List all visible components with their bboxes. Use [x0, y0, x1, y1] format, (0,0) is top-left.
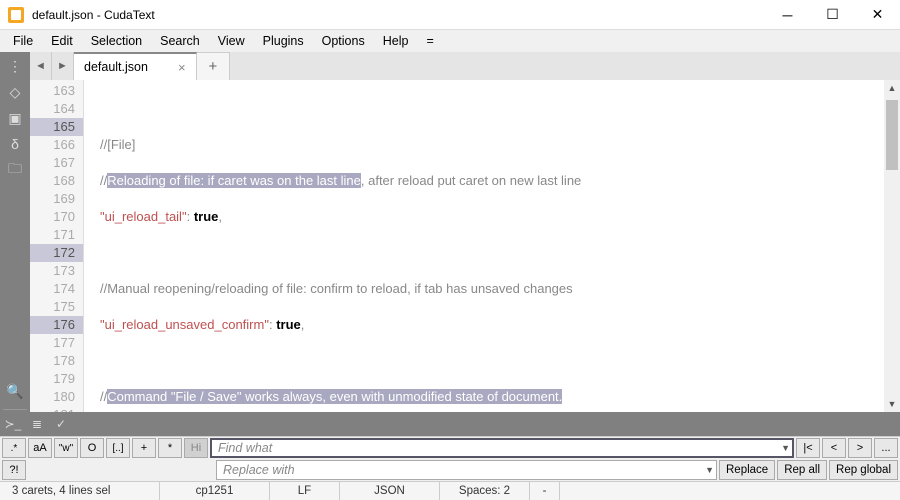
sidebar: ⋮ ◇ ▣ δ 🗀 🔍	[0, 52, 30, 412]
window-title: default.json - CudaText	[32, 8, 155, 22]
menu-selection[interactable]: Selection	[82, 32, 151, 50]
find-prev-button[interactable]: <	[822, 438, 846, 458]
find-first-button[interactable]: |<	[796, 438, 820, 458]
gutter-line: 164	[30, 100, 75, 118]
replace-button[interactable]: Replace	[719, 460, 775, 480]
tab-close-icon[interactable]: ×	[178, 60, 186, 75]
project-icon[interactable]: ▣	[5, 108, 25, 128]
find-opt-wrap[interactable]: O	[80, 438, 104, 458]
find-opt-confirm[interactable]: ?!	[2, 460, 26, 480]
menu-file[interactable]: File	[4, 32, 42, 50]
code-line: //Manual reopening/reloading of file: co…	[100, 280, 900, 298]
code-area[interactable]: //[File] //Reloading of file: if caret w…	[84, 80, 900, 412]
dropdown-icon[interactable]: ▼	[781, 443, 790, 453]
editor[interactable]: 1631641651661671681691701711721731741751…	[30, 80, 900, 412]
output-icon[interactable]: ≣	[28, 415, 46, 433]
find-opt-case[interactable]: aA	[28, 438, 52, 458]
app-icon	[8, 7, 24, 23]
status-lexer[interactable]: JSON	[340, 482, 440, 500]
gutter-line: 171	[30, 226, 75, 244]
tab-bar: ◄ ► default.json × +	[30, 52, 900, 80]
find-opt-regex[interactable]: .*	[2, 438, 26, 458]
sidebar-divider	[3, 409, 27, 410]
gutter: 1631641651661671681691701711721731741751…	[30, 80, 84, 412]
gutter-line: 180	[30, 388, 75, 406]
find-more-button[interactable]: ...	[874, 438, 898, 458]
gutter-line: 181	[30, 406, 75, 412]
scrollbar-thumb[interactable]	[886, 100, 898, 170]
find-replace-panel: .* aA "w" O [..] + * Hi Find what▼ |< < …	[0, 436, 900, 481]
code-line: //Command "File / Save" works always, ev…	[100, 388, 900, 406]
code-line	[100, 100, 900, 118]
status-encoding[interactable]: cp1251	[160, 482, 270, 500]
replace-input[interactable]: Replace with▼	[216, 460, 717, 480]
code-line: "ui_reload_unsaved_confirm": true,	[100, 316, 900, 334]
find-opt-word[interactable]: "w"	[54, 438, 78, 458]
bottom-sidebar: ≻_ ≣ ✓	[0, 412, 900, 436]
code-line: "ui_reload_tail": true,	[100, 208, 900, 226]
menu-eq[interactable]: =	[417, 32, 442, 50]
gutter-line: 174	[30, 280, 75, 298]
code-line	[100, 352, 900, 370]
status-tabsize[interactable]: Spaces: 2	[440, 482, 530, 500]
menu-options[interactable]: Options	[313, 32, 374, 50]
titlebar: default.json - CudaText ─ ☐ ✕	[0, 0, 900, 30]
vertical-scrollbar[interactable]: ▲ ▼	[884, 80, 900, 412]
gutter-line: 166	[30, 136, 75, 154]
validate-icon[interactable]: ✓	[52, 415, 70, 433]
gutter-line: 177	[30, 334, 75, 352]
gutter-line: 169	[30, 190, 75, 208]
find-opt-insel[interactable]: [..]	[106, 438, 130, 458]
replace-global-button[interactable]: Rep global	[829, 460, 898, 480]
console-icon[interactable]: ≻_	[4, 415, 22, 433]
status-line-ends[interactable]: LF	[270, 482, 340, 500]
tab-new-button[interactable]: +	[197, 52, 231, 80]
menu-view[interactable]: View	[209, 32, 254, 50]
maximize-button[interactable]: ☐	[810, 0, 855, 30]
gutter-line: 165	[30, 118, 83, 136]
tab-next-button[interactable]: ►	[52, 52, 74, 80]
code-line: //[File]	[100, 136, 900, 154]
status-msg	[560, 482, 900, 500]
gutter-line: 179	[30, 370, 75, 388]
minimize-button[interactable]: ─	[765, 0, 810, 30]
gutter-line: 168	[30, 172, 75, 190]
gutter-line: 176	[30, 316, 83, 334]
replace-all-button[interactable]: Rep all	[777, 460, 827, 480]
gutter-line: 178	[30, 352, 75, 370]
menu-search[interactable]: Search	[151, 32, 209, 50]
find-opt-hi[interactable]: Hi	[184, 438, 208, 458]
find-opt-plus[interactable]: +	[132, 438, 156, 458]
search-icon[interactable]: 🔍	[5, 381, 25, 401]
find-opt-star[interactable]: *	[158, 438, 182, 458]
code-line	[100, 244, 900, 262]
tab-prev-button[interactable]: ◄	[30, 52, 52, 80]
folder-icon[interactable]: 🗀	[5, 160, 25, 180]
tab-label: default.json	[84, 60, 148, 74]
menu-help[interactable]: Help	[374, 32, 418, 50]
tab-default-json[interactable]: default.json ×	[74, 52, 197, 80]
gutter-line: 172	[30, 244, 83, 262]
statusbar: 3 carets, 4 lines sel cp1251 LF JSON Spa…	[0, 481, 900, 500]
gutter-line: 170	[30, 208, 75, 226]
menubar: File Edit Selection Search View Plugins …	[0, 30, 900, 52]
gutter-line: 175	[30, 298, 75, 316]
scroll-down-icon[interactable]: ▼	[884, 396, 900, 412]
scroll-up-icon[interactable]: ▲	[884, 80, 900, 96]
gutter-line: 163	[30, 82, 75, 100]
close-button[interactable]: ✕	[855, 0, 900, 30]
status-dash[interactable]: -	[530, 482, 560, 500]
dropdown-icon[interactable]: ▼	[705, 465, 714, 475]
symbol-icon[interactable]: δ	[5, 134, 25, 154]
find-input[interactable]: Find what▼	[210, 438, 794, 458]
gutter-line: 173	[30, 262, 75, 280]
code-tree-icon[interactable]: ◇	[5, 82, 25, 102]
code-line: //Reloading of file: if caret was on the…	[100, 172, 900, 190]
status-selection[interactable]: 3 carets, 4 lines sel	[0, 482, 160, 500]
menu-edit[interactable]: Edit	[42, 32, 82, 50]
gutter-line: 167	[30, 154, 75, 172]
menu-icon[interactable]: ⋮	[5, 56, 25, 76]
menu-plugins[interactable]: Plugins	[254, 32, 313, 50]
find-next-button[interactable]: >	[848, 438, 872, 458]
